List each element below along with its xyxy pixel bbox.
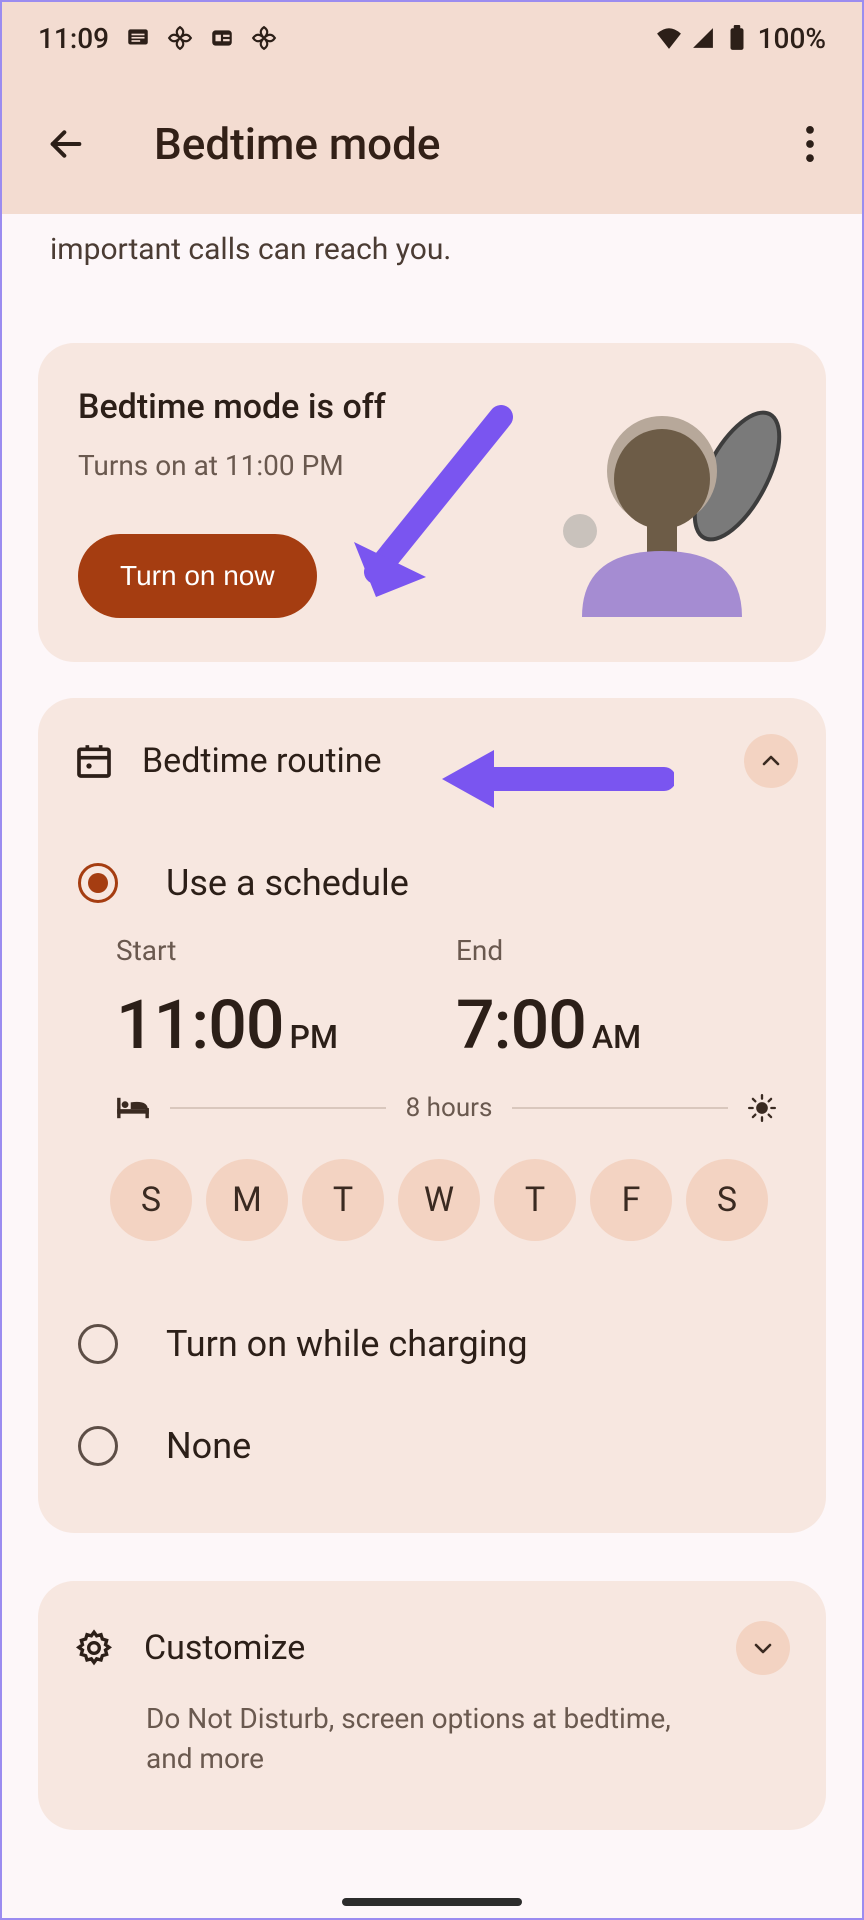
bedtime-routine-card: Bedtime routine Use a schedule Start 11:…: [38, 698, 826, 1533]
pinwheel-icon: [167, 25, 193, 51]
pinwheel-icon: [251, 25, 277, 51]
radio-none-icon: [78, 1426, 118, 1466]
bed-icon: [116, 1095, 150, 1121]
start-time-suffix: PM: [290, 1018, 338, 1056]
intro-text: important calls can reach you.: [38, 214, 826, 283]
option-charging[interactable]: Turn on while charging: [66, 1293, 798, 1395]
status-bar: 11:09 100%: [2, 2, 862, 74]
app-bar: Bedtime mode: [2, 74, 862, 214]
day-toggle-wed[interactable]: W: [398, 1159, 480, 1241]
option-label: Turn on while charging: [166, 1323, 528, 1365]
bedtime-illustration: [542, 401, 782, 621]
customize-subtitle: Do Not Disturb, screen options at bedtim…: [146, 1699, 720, 1780]
signal-icon: [690, 25, 716, 51]
day-toggle-thu[interactable]: T: [494, 1159, 576, 1241]
back-button[interactable]: [38, 116, 94, 172]
turn-on-now-button[interactable]: Turn on now: [78, 534, 317, 618]
messages-icon: [125, 25, 151, 51]
option-none[interactable]: None: [66, 1395, 798, 1497]
day-toggle-mon[interactable]: M: [206, 1159, 288, 1241]
end-label: End: [456, 934, 776, 967]
option-label: None: [166, 1425, 251, 1467]
status-battery: 100%: [758, 22, 826, 55]
radio-schedule-icon: [78, 863, 118, 903]
calendar-icon: [74, 741, 114, 781]
duration-row: 8 hours: [66, 1065, 798, 1151]
routine-title: Bedtime routine: [142, 741, 382, 781]
start-time-picker[interactable]: Start 11:00 PM: [116, 934, 436, 1065]
gear-icon: [74, 1628, 114, 1668]
collapse-button[interactable]: [744, 734, 798, 788]
bedtime-status-card: Bedtime mode is off Turns on at 11:00 PM…: [38, 343, 826, 662]
day-selector: S M T W T F S: [66, 1151, 798, 1249]
day-toggle-fri[interactable]: F: [590, 1159, 672, 1241]
nav-handle[interactable]: [342, 1898, 522, 1906]
option-use-schedule[interactable]: Use a schedule: [66, 832, 798, 934]
day-toggle-sun[interactable]: S: [110, 1159, 192, 1241]
status-time: 11:09: [38, 22, 109, 55]
start-label: Start: [116, 934, 436, 967]
news-icon: [209, 25, 235, 51]
radio-charging-icon: [78, 1324, 118, 1364]
customize-title: Customize: [144, 1628, 305, 1668]
end-time-picker[interactable]: End 7:00 AM: [456, 934, 776, 1065]
customize-card[interactable]: Customize Do Not Disturb, screen options…: [38, 1581, 826, 1830]
battery-icon: [724, 25, 750, 51]
end-time-suffix: AM: [592, 1018, 641, 1056]
page-title: Bedtime mode: [154, 118, 441, 170]
end-time-value: 7:00: [456, 985, 586, 1065]
expand-button[interactable]: [736, 1621, 790, 1675]
wifi-icon: [656, 25, 682, 51]
start-time-value: 11:00: [116, 985, 284, 1065]
duration-text: 8 hours: [406, 1093, 493, 1123]
option-label: Use a schedule: [166, 862, 409, 904]
sun-icon: [748, 1094, 776, 1122]
day-toggle-sat[interactable]: S: [686, 1159, 768, 1241]
overflow-menu-button[interactable]: [782, 116, 838, 172]
day-toggle-tue[interactable]: T: [302, 1159, 384, 1241]
